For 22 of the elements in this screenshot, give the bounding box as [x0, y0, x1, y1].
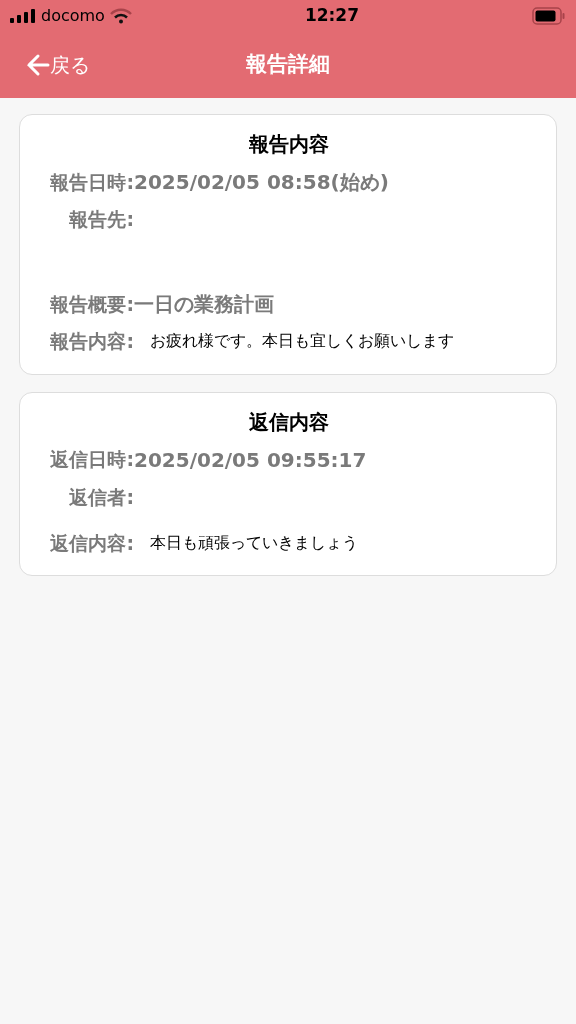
field-label: 返信日時: — [49, 447, 134, 473]
card-title: 返信内容 — [248, 408, 330, 436]
field-label: 報告先: — [68, 207, 134, 232]
field-value: 一日の業務計画 — [134, 291, 274, 318]
back-button[interactable]: 戻る — [26, 50, 90, 80]
carrier-name: docomo — [41, 5, 105, 27]
card-title: 報告内容 — [248, 131, 330, 158]
message-text: お疲れ様です。本日も宜しくお願いします — [150, 330, 454, 353]
field-label: 報告概要: — [49, 291, 134, 317]
back-arrow-icon — [26, 53, 50, 77]
message-text: 本日も頑張っていきましょう — [150, 531, 358, 554]
field-label: 返信内容: — [49, 530, 134, 556]
wifi-icon — [109, 8, 132, 24]
field-value: 2025/02/05 08:58(始め) — [134, 169, 389, 196]
battery-icon — [532, 7, 566, 25]
page-title: 報告詳細 — [246, 51, 330, 79]
status-time: 12:27 — [304, 4, 359, 28]
field-label: 報告内容: — [49, 329, 134, 354]
field-label: 報告日時: — [49, 169, 134, 195]
signal-icon — [10, 9, 36, 23]
field-label: 返信者: — [68, 484, 134, 510]
field-value: 2025/02/05 09:55:17 — [134, 446, 367, 474]
